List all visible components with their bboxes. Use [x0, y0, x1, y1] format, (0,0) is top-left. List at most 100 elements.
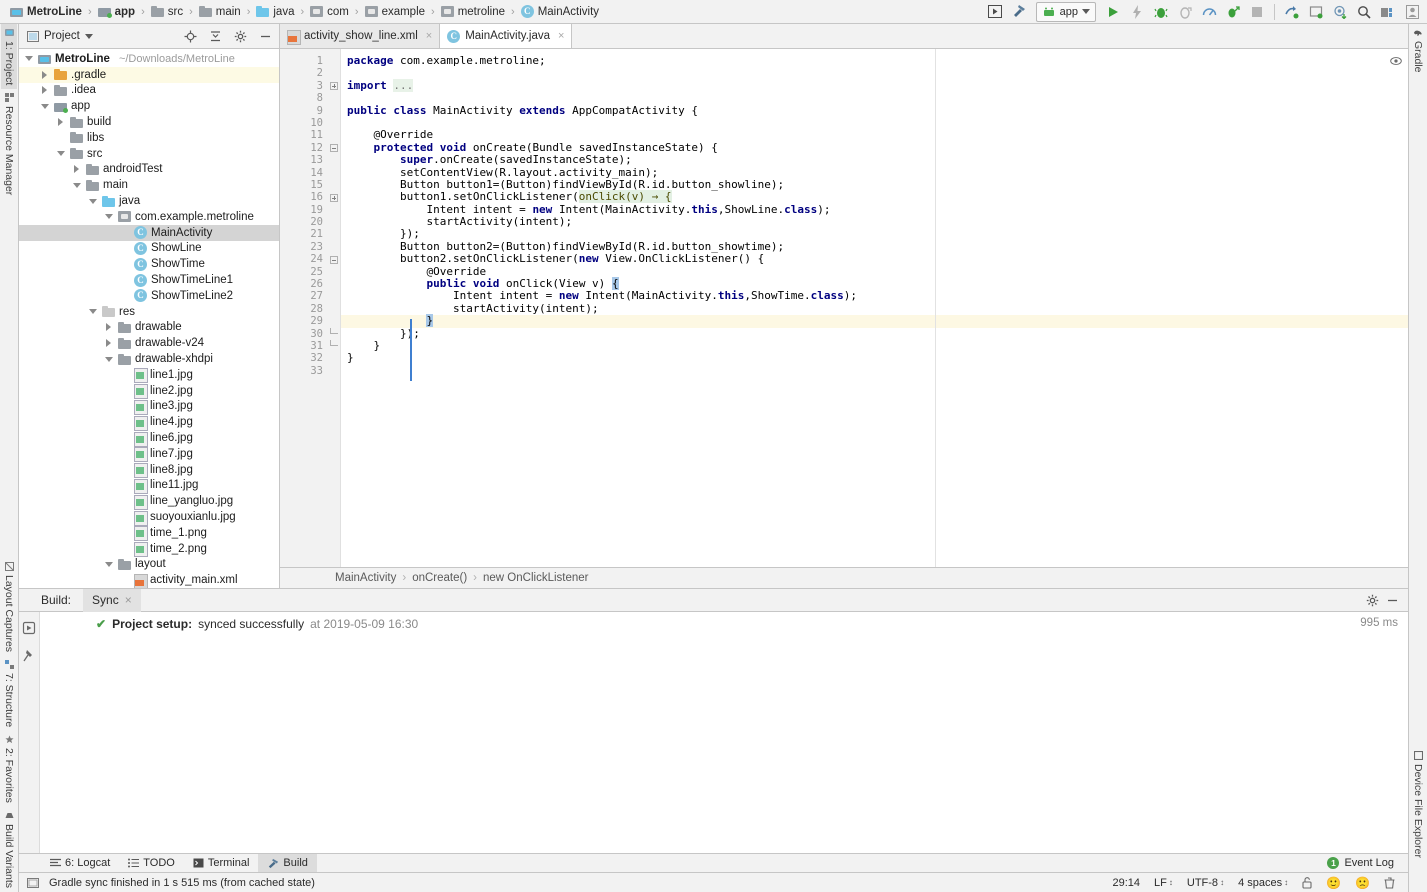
tree-node[interactable]: line4.jpg — [19, 414, 279, 430]
profiler-icon[interactable] — [1198, 2, 1220, 22]
chevron-right-icon[interactable] — [55, 118, 66, 126]
breadcrumb-item-example[interactable]: example — [363, 2, 427, 22]
build-message-row[interactable]: ✔ Project setup: synced successfully at … — [48, 617, 1400, 631]
search-icon[interactable] — [1353, 2, 1375, 22]
locate-icon[interactable] — [180, 26, 200, 46]
close-icon[interactable]: × — [125, 593, 132, 607]
tree-node[interactable]: time_1.png — [19, 525, 279, 541]
close-icon[interactable]: × — [426, 30, 432, 42]
tree-node[interactable]: drawable-v24 — [19, 335, 279, 351]
fold-marker[interactable] — [329, 142, 340, 154]
tree-node[interactable]: line11.jpg — [19, 478, 279, 494]
tree-node[interactable]: line7.jpg — [19, 446, 279, 462]
code-folding-gutter[interactable] — [329, 49, 341, 567]
hide-icon[interactable] — [1382, 590, 1402, 610]
tool-button-device-file-explorer[interactable]: Device File Explorer — [1410, 747, 1426, 862]
code-line[interactable]: package com.example.metroline; — [341, 55, 1408, 67]
chevron-right-icon[interactable] — [39, 86, 50, 94]
editor-tab[interactable]: CMainActivity.java× — [440, 24, 572, 48]
tool-button-project[interactable]: 1: Project — [1, 24, 17, 89]
chevron-right-icon[interactable] — [103, 323, 114, 331]
editor-breadcrumb-item[interactable]: onCreate() — [412, 572, 467, 584]
tree-node[interactable]: CShowTimeLine1 — [19, 272, 279, 288]
settings-gear-icon[interactable] — [230, 26, 250, 46]
chevron-down-icon[interactable] — [71, 183, 82, 188]
tree-node[interactable]: CShowTimeLine2 — [19, 288, 279, 304]
close-icon[interactable]: × — [558, 30, 564, 42]
indent-selector[interactable]: 4 spaces ↕ — [1231, 877, 1295, 889]
memory-icon[interactable] — [27, 877, 39, 889]
fold-marker[interactable] — [329, 253, 340, 265]
tree-node[interactable]: CShowLine — [19, 241, 279, 257]
code-line[interactable]: } — [341, 340, 1408, 352]
breadcrumb-item-main[interactable]: main — [197, 2, 243, 22]
tree-node[interactable]: app — [19, 98, 279, 114]
tree-node[interactable]: line1.jpg — [19, 367, 279, 383]
tree-node[interactable]: drawable-xhdpi — [19, 351, 279, 367]
fold-marker[interactable] — [329, 191, 340, 203]
avd-manager-icon[interactable] — [1305, 2, 1327, 22]
tree-node[interactable]: line8.jpg — [19, 462, 279, 478]
tree-node[interactable]: .idea — [19, 83, 279, 99]
chevron-down-icon[interactable] — [103, 562, 114, 567]
run-icon[interactable] — [1102, 2, 1124, 22]
tree-node[interactable]: drawable — [19, 320, 279, 336]
tool-button-build-variants[interactable]: Build Variants — [1, 807, 17, 892]
sdk-manager-icon[interactable] — [1329, 2, 1351, 22]
chevron-down-icon[interactable] — [55, 151, 66, 156]
run-configuration-selector[interactable]: app — [1036, 2, 1096, 22]
tree-node[interactable]: time_2.png — [19, 541, 279, 557]
tool-button-todo[interactable]: TODO — [119, 854, 184, 873]
breadcrumb-item-mainactivity[interactable]: CMainActivity — [519, 2, 601, 22]
trash-icon[interactable] — [1377, 877, 1402, 889]
tool-button-layout-captures[interactable]: Layout Captures — [1, 558, 17, 656]
chevron-down-icon[interactable] — [103, 357, 114, 362]
code-line[interactable]: }); — [341, 328, 1408, 340]
tree-node[interactable]: androidTest — [19, 162, 279, 178]
tool-button-gradle[interactable]: Gradle — [1410, 24, 1426, 77]
code-line[interactable]: } — [341, 315, 1408, 327]
stop-icon[interactable] — [1246, 2, 1268, 22]
code-line[interactable] — [341, 67, 1408, 79]
tree-node[interactable]: com.example.metroline — [19, 209, 279, 225]
tree-node[interactable]: java — [19, 193, 279, 209]
tree-node[interactable]: line2.jpg — [19, 383, 279, 399]
apply-changes-icon[interactable] — [1126, 2, 1148, 22]
run-coverage-icon[interactable] — [1174, 2, 1196, 22]
chevron-down-icon[interactable] — [23, 56, 34, 61]
account-icon[interactable] — [1401, 2, 1423, 22]
debug-icon[interactable] — [1150, 2, 1172, 22]
feedback-happy-icon[interactable]: 🙂 — [1319, 876, 1348, 890]
chevron-down-icon[interactable] — [103, 214, 114, 219]
feedback-sad-icon[interactable]: 🙁 — [1348, 876, 1377, 890]
breadcrumb-item-app[interactable]: app — [96, 2, 137, 22]
chevron-down-icon[interactable] — [1082, 9, 1090, 14]
breadcrumb-item-com[interactable]: com — [308, 2, 351, 22]
editor-breadcrumb[interactable]: MainActivity›onCreate()›new OnClickListe… — [280, 567, 1408, 588]
tree-node[interactable]: line_yangluo.jpg — [19, 493, 279, 509]
breadcrumb-item-src[interactable]: src — [149, 2, 185, 22]
fold-marker[interactable] — [329, 340, 340, 352]
tree-node[interactable]: CShowTime — [19, 256, 279, 272]
tree-node[interactable]: suoyouxianlu.jpg — [19, 509, 279, 525]
collapse-all-icon[interactable] — [205, 26, 225, 46]
line-separator-selector[interactable]: LF ↕ — [1147, 877, 1180, 889]
unlock-icon[interactable] — [1295, 877, 1319, 889]
build-hammer-icon[interactable] — [1008, 2, 1030, 22]
code-line[interactable]: button2.setOnClickListener(new View.OnCl… — [341, 253, 1408, 265]
tree-node[interactable]: activity_main.xml — [19, 572, 279, 588]
tree-node[interactable]: .gradle — [19, 67, 279, 83]
chevron-down-icon[interactable] — [85, 34, 93, 39]
encoding-selector[interactable]: UTF-8 ↕ — [1180, 877, 1231, 889]
open-preview-icon[interactable] — [984, 2, 1006, 22]
tree-node[interactable]: libs — [19, 130, 279, 146]
tool-button-favorites[interactable]: 2: Favorites — [1, 731, 17, 807]
tool-button-build[interactable]: Build — [258, 854, 316, 873]
editor-tab[interactable]: activity_show_line.xml× — [280, 24, 440, 48]
tree-node[interactable]: line3.jpg — [19, 399, 279, 415]
breadcrumb-item-metroline[interactable]: metroline — [439, 2, 507, 22]
code-line[interactable]: public class MainActivity extends AppCom… — [341, 105, 1408, 117]
tool-button-resource-manager[interactable]: Resource Manager — [1, 89, 17, 199]
eye-icon[interactable] — [1390, 55, 1402, 67]
code-line[interactable]: startActivity(intent); — [341, 303, 1408, 315]
